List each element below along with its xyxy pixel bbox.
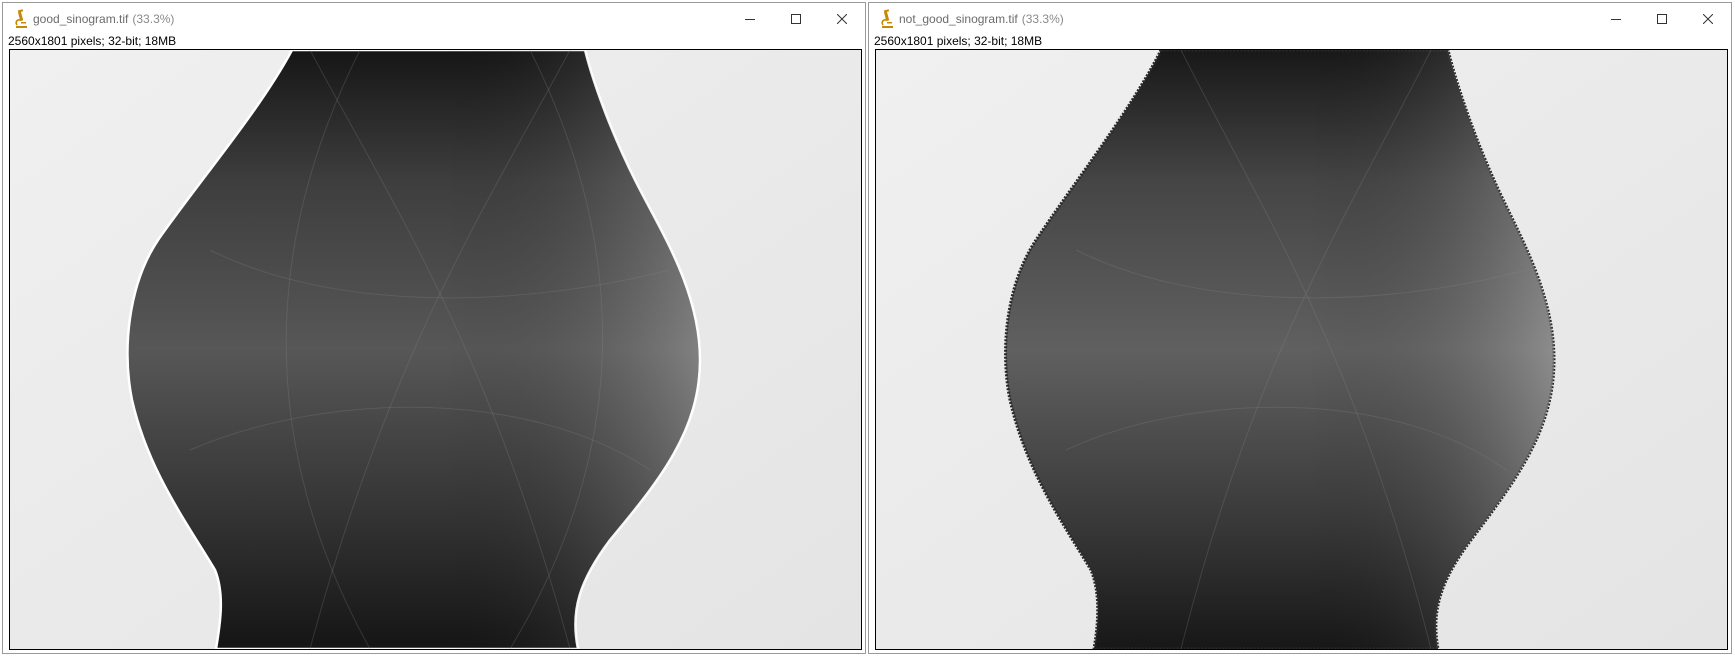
image-info: 2560x1801 pixels; 32-bit; 18MB (8, 34, 177, 48)
image-info: 2560x1801 pixels; 32-bit; 18MB (874, 34, 1043, 48)
imagej-microscope-icon (13, 9, 29, 29)
minimize-button[interactable] (727, 3, 773, 35)
imagej-microscope-icon (879, 9, 895, 29)
minimize-button[interactable] (1593, 3, 1639, 35)
maximize-button[interactable] (1639, 3, 1685, 35)
maximize-icon (791, 14, 801, 24)
file-name: good_sinogram.tif (33, 12, 129, 26)
close-icon (837, 14, 847, 24)
minimize-icon (1611, 19, 1621, 20)
sinogram-image (10, 50, 861, 649)
maximize-icon (1657, 14, 1667, 24)
window-title: not_good_sinogram.tif (33.3%) (899, 12, 1064, 26)
sinogram-image (876, 50, 1727, 649)
desktop: good_sinogram.tif (33.3%) 2560x1801 pixel… (0, 0, 1735, 657)
close-icon (1703, 14, 1713, 24)
image-canvas[interactable] (875, 49, 1728, 650)
zoom-level: (33.3%) (1021, 12, 1064, 26)
close-button[interactable] (819, 3, 865, 35)
image-window-not-good-sinogram[interactable]: not_good_sinogram.tif (33.3%) 2560x1801 p… (868, 2, 1732, 654)
close-button[interactable] (1685, 3, 1731, 35)
image-canvas[interactable] (9, 49, 862, 650)
file-name: not_good_sinogram.tif (899, 12, 1018, 26)
image-window-good-sinogram[interactable]: good_sinogram.tif (33.3%) 2560x1801 pixel… (2, 2, 866, 654)
title-bar[interactable]: good_sinogram.tif (33.3%) (3, 3, 865, 35)
zoom-level: (33.3%) (132, 12, 175, 26)
title-bar[interactable]: not_good_sinogram.tif (33.3%) (869, 3, 1731, 35)
minimize-icon (745, 19, 755, 20)
window-title: good_sinogram.tif (33.3%) (33, 12, 174, 26)
maximize-button[interactable] (773, 3, 819, 35)
